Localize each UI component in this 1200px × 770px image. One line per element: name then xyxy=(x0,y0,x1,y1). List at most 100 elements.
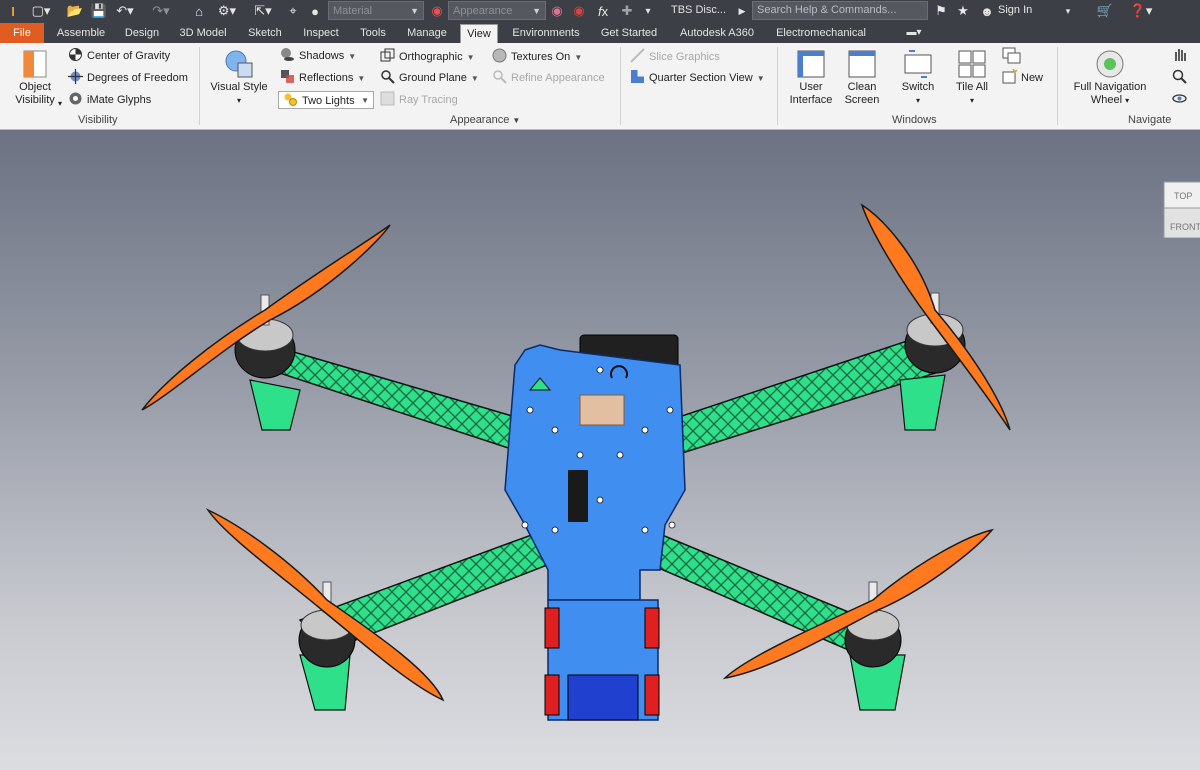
appearance-combo[interactable]: Appearance ▼ xyxy=(448,1,546,20)
center-of-gravity-button[interactable]: Center of Gravity xyxy=(68,47,170,65)
tab-inspect[interactable]: Inspect xyxy=(296,23,346,43)
tab-design[interactable]: Design xyxy=(118,23,166,43)
undo-icon[interactable]: ↶▾ xyxy=(112,2,138,20)
zoom-icon xyxy=(1172,69,1187,84)
tab-3d-model[interactable]: 3D Model xyxy=(172,23,234,43)
tab-view[interactable]: View xyxy=(460,24,498,43)
degrees-of-freedom-button[interactable]: Degrees of Freedom xyxy=(68,69,188,87)
switch-window-button[interactable]: Switch ▾ xyxy=(894,49,942,107)
center-of-gravity-icon xyxy=(68,47,83,62)
viewcube-top-label[interactable]: TOP xyxy=(1174,191,1192,201)
cascade-windows-button[interactable] xyxy=(1002,47,1026,65)
help-icon[interactable]: ❓▾ xyxy=(1128,2,1154,20)
full-navigation-wheel-button[interactable]: Full Navigation Wheel ▾ xyxy=(1064,49,1156,107)
sign-in-link[interactable]: Sign In xyxy=(998,4,1032,16)
orbit-button[interactable] xyxy=(1172,91,1191,109)
slice-graphics-button[interactable]: Slice Graphics xyxy=(630,48,720,66)
lighting-style-select[interactable]: Two Lights ▼ xyxy=(278,91,374,109)
object-visibility-label-1: Object xyxy=(19,81,51,93)
pan-button[interactable] xyxy=(1172,47,1191,65)
tab-assemble[interactable]: Assemble xyxy=(50,23,112,43)
slice-graphics-icon xyxy=(630,48,645,63)
adjust-appearance-icon[interactable]: ◉ xyxy=(548,2,566,20)
appearance-color-icon[interactable]: ◉ xyxy=(428,2,446,20)
new-window-icon xyxy=(1002,68,1018,84)
ray-tracing-button[interactable]: Ray Tracing xyxy=(380,91,458,109)
center-body xyxy=(504,334,686,721)
visual-style-label: Visual Style xyxy=(210,81,268,93)
visual-style-button[interactable]: Visual Style ▾ xyxy=(206,49,272,107)
measure-icon[interactable]: ⌖ xyxy=(282,2,304,20)
visual-style-icon xyxy=(224,49,254,79)
tab-environments[interactable]: Environments xyxy=(506,23,586,43)
title-bar: I ▢▾ 📂 💾 ↶▾ ↷▾ ⌂ ⚙▾ ⇱▾ ⌖ ● Material ▼ ◉ A… xyxy=(0,0,1200,23)
save-icon[interactable]: 💾 xyxy=(90,2,108,20)
tab-autodesk-a360[interactable]: Autodesk A360 xyxy=(672,23,762,43)
tile-all-button[interactable]: Tile All ▾ xyxy=(948,49,996,107)
search-help-input[interactable]: Search Help & Commands... xyxy=(752,1,928,20)
degrees-of-freedom-icon xyxy=(68,69,83,84)
imate-glyphs-button[interactable]: iMate Glyphs xyxy=(68,91,151,109)
panel-divider xyxy=(1057,47,1058,125)
fx-icon[interactable]: fx xyxy=(594,2,612,20)
viewcube-front-label[interactable]: FRONT xyxy=(1170,222,1200,232)
switch-dropdown-icon[interactable]: ▾ xyxy=(894,94,942,107)
select-icon[interactable]: ⇱▾ xyxy=(250,2,276,20)
favorites-star-icon[interactable]: ★ xyxy=(954,2,972,20)
ground-plane-button[interactable]: Ground Plane ▼ xyxy=(380,69,479,87)
shadows-button[interactable]: Shadows ▼ xyxy=(280,47,356,65)
shadows-icon xyxy=(280,47,295,62)
orthographic-button[interactable]: Orthographic ▼ xyxy=(380,48,475,66)
view-cube[interactable]: TOP FRONT xyxy=(1160,178,1200,239)
open-folder-icon[interactable]: 📂 xyxy=(64,2,86,20)
quarter-section-icon xyxy=(630,69,645,84)
quarter-section-view-button[interactable]: Quarter Section View ▼ xyxy=(630,69,765,87)
material-combo[interactable]: Material ▼ xyxy=(328,1,424,20)
user-icon[interactable]: ☻ xyxy=(978,2,996,20)
ray-tracing-icon xyxy=(380,91,395,106)
new-file-icon[interactable]: ▢▾ xyxy=(30,2,52,20)
tab-file[interactable]: File xyxy=(0,23,44,43)
two-lights-icon xyxy=(283,92,298,107)
globe-icon[interactable]: ● xyxy=(306,2,324,20)
customize-dropdown-icon[interactable]: ▾ xyxy=(640,2,656,20)
panel-divider xyxy=(199,47,200,125)
signin-dropdown-icon[interactable]: ▾ xyxy=(1062,2,1074,20)
object-visibility-button[interactable]: Object Visibility xyxy=(8,49,62,107)
nav-wheel-dropdown-icon[interactable]: ▾ xyxy=(1125,96,1129,105)
orbit-icon xyxy=(1172,91,1187,106)
shopping-cart-icon[interactable]: 🛒 xyxy=(1096,2,1114,20)
clean-screen-icon xyxy=(847,49,877,79)
reflections-button[interactable]: Reflections ▼ xyxy=(280,69,365,87)
binoculars-icon[interactable]: ⚑ xyxy=(932,2,950,20)
visual-style-dropdown-icon[interactable]: ▾ xyxy=(206,94,272,107)
inventor-logo-icon[interactable]: I xyxy=(4,2,22,20)
navigate-panel-title: Navigate xyxy=(1128,114,1172,126)
tab-manage[interactable]: Manage xyxy=(400,23,454,43)
appearance-panel-title[interactable]: Appearance ▼ xyxy=(450,114,520,126)
redo-icon[interactable]: ↷▾ xyxy=(148,2,174,20)
ribbon-options-icon[interactable]: ▬▾ xyxy=(900,23,928,43)
user-interface-button[interactable]: User Interface xyxy=(786,49,836,107)
expand-arrow-icon[interactable]: ▶ xyxy=(736,2,748,20)
crosshair-icon[interactable]: ✚ xyxy=(618,2,636,20)
clear-appearance-icon[interactable]: ◉ xyxy=(570,2,588,20)
tile-all-dropdown-icon[interactable]: ▾ xyxy=(948,94,996,107)
textures-on-button[interactable]: Textures On ▼ xyxy=(492,48,582,66)
refine-appearance-button[interactable]: Refine Appearance xyxy=(492,69,605,87)
tab-electromechanical[interactable]: Electromechanical xyxy=(768,23,874,43)
update-icon[interactable]: ⚙▾ xyxy=(212,2,242,20)
user-interface-icon xyxy=(796,49,826,79)
tab-get-started[interactable]: Get Started xyxy=(594,23,664,43)
drone-model xyxy=(141,203,1011,721)
tab-tools[interactable]: Tools xyxy=(352,23,394,43)
tab-sketch[interactable]: Sketch xyxy=(240,23,290,43)
new-window-button[interactable]: New xyxy=(1002,68,1043,87)
object-visibility-dropdown-icon[interactable]: ▾ xyxy=(58,95,62,113)
home-icon[interactable]: ⌂ xyxy=(190,2,208,20)
graphics-viewport[interactable]: TOP FRONT xyxy=(0,130,1200,770)
zoom-button[interactable] xyxy=(1172,69,1191,87)
imate-glyphs-icon xyxy=(68,91,83,106)
reflections-icon xyxy=(280,69,295,84)
clean-screen-button[interactable]: Clean Screen xyxy=(840,49,884,107)
